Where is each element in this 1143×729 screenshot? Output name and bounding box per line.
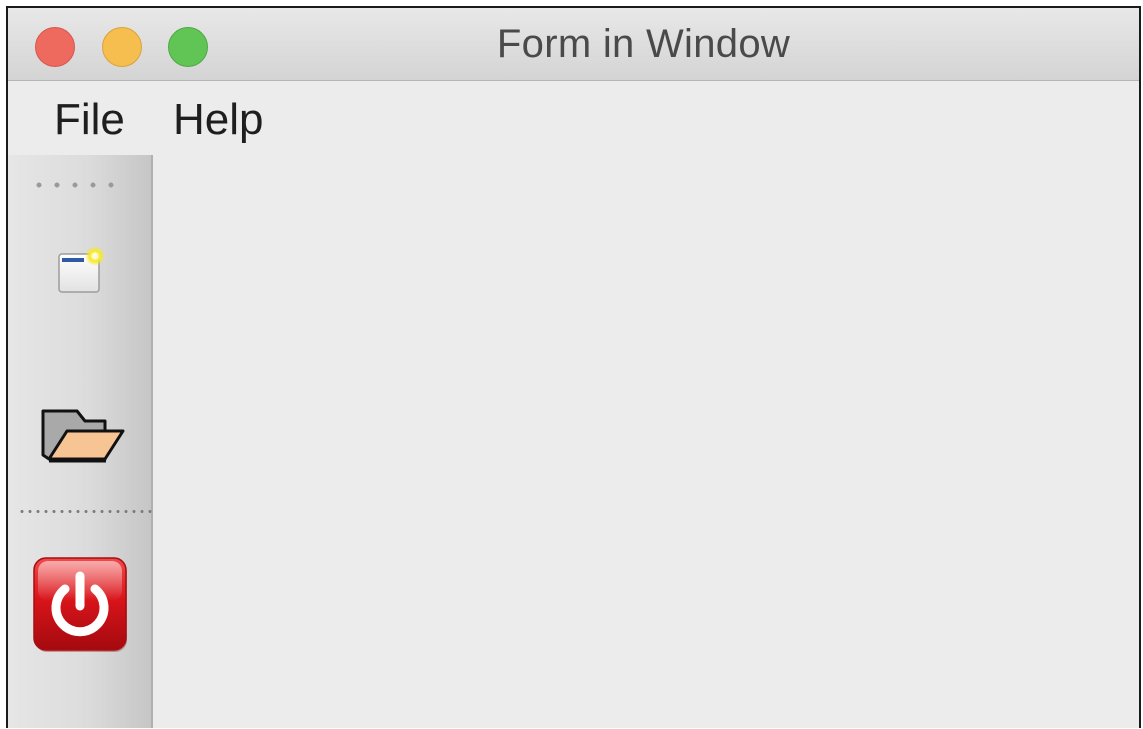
content-area <box>153 155 1139 728</box>
open-button[interactable] <box>26 377 136 487</box>
app-window: Form in Window File Help <box>6 6 1141 728</box>
menu-bar: File Help <box>8 81 1139 155</box>
window-title: Form in Window <box>496 22 791 66</box>
menu-help[interactable]: Help <box>173 95 264 145</box>
toolbar-drag-handle[interactable] <box>30 182 120 188</box>
menu-file[interactable]: File <box>54 95 125 145</box>
new-button[interactable] <box>26 215 136 325</box>
exit-button[interactable] <box>26 551 136 661</box>
new-window-icon <box>58 246 105 293</box>
title-bar[interactable]: Form in Window <box>8 8 1139 81</box>
open-folder-icon <box>41 409 125 463</box>
power-icon <box>33 557 127 652</box>
vertical-toolbar <box>8 155 153 728</box>
toolbar-separator <box>18 510 153 513</box>
